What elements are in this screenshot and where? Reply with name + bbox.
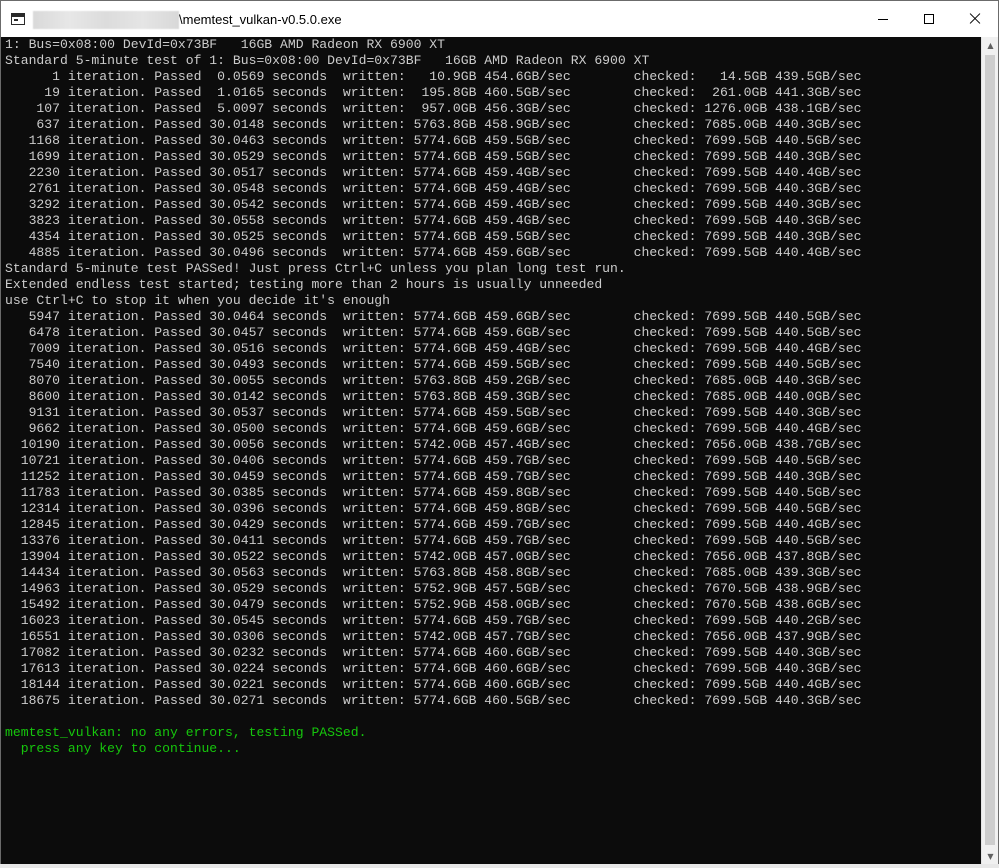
console-line: 12845 iteration. Passed 30.0429 seconds … (5, 517, 862, 532)
console-line: 14434 iteration. Passed 30.0563 seconds … (5, 565, 862, 580)
console-line: 6478 iteration. Passed 30.0457 seconds w… (5, 325, 862, 340)
console-line: 10190 iteration. Passed 30.0056 seconds … (5, 437, 862, 452)
window-title: \memtest_vulkan-v0.5.0.exe (179, 12, 342, 27)
console-line: 5947 iteration. Passed 30.0464 seconds w… (5, 309, 862, 324)
console-line: 7009 iteration. Passed 30.0516 seconds w… (5, 341, 862, 356)
console-line: 3292 iteration. Passed 30.0542 seconds w… (5, 197, 862, 212)
console-line: 2761 iteration. Passed 30.0548 seconds w… (5, 181, 862, 196)
console-line: 637 iteration. Passed 30.0148 seconds wr… (5, 117, 862, 132)
console-line: 15492 iteration. Passed 30.0479 seconds … (5, 597, 862, 612)
console-app-icon[interactable] (11, 13, 25, 25)
title-bar[interactable]: \memtest_vulkan-v0.5.0.exe (1, 1, 998, 37)
console-line: Standard 5-minute test PASSed! Just pres… (5, 261, 626, 276)
redacted-path (33, 11, 179, 29)
close-button[interactable] (952, 1, 998, 37)
console-text: 1: Bus=0x08:00 DevId=0x73BF 16GB AMD Rad… (1, 37, 981, 757)
console-line: 3823 iteration. Passed 30.0558 seconds w… (5, 213, 862, 228)
console-line: 9131 iteration. Passed 30.0537 seconds w… (5, 405, 862, 420)
console-line: 10721 iteration. Passed 30.0406 seconds … (5, 453, 862, 468)
console-line: 7540 iteration. Passed 30.0493 seconds w… (5, 357, 862, 372)
console-line: 12314 iteration. Passed 30.0396 seconds … (5, 501, 862, 516)
console-line: Extended endless test started; testing m… (5, 277, 603, 292)
console-line: use Ctrl+C to stop it when you decide it… (5, 293, 391, 308)
console-line: 17082 iteration. Passed 30.0232 seconds … (5, 645, 862, 660)
console-window: \memtest_vulkan-v0.5.0.exe 1: Bus=0x08:0… (0, 0, 999, 866)
console-line: 4885 iteration. Passed 30.0496 seconds w… (5, 245, 862, 260)
console-line: 107 iteration. Passed 5.0097 seconds wri… (5, 101, 862, 116)
console-line: 16551 iteration. Passed 30.0306 seconds … (5, 629, 862, 644)
vertical-scrollbar[interactable]: ▲ ▼ (981, 37, 998, 865)
console-line: 2230 iteration. Passed 30.0517 seconds w… (5, 165, 862, 180)
console-line: 8070 iteration. Passed 30.0055 seconds w… (5, 373, 862, 388)
console-line: 19 iteration. Passed 1.0165 seconds writ… (5, 85, 862, 100)
minimize-icon (878, 18, 888, 20)
background-strip (0, 864, 999, 868)
console-line: memtest_vulkan: no any errors, testing P… (5, 725, 367, 740)
console-line: 18675 iteration. Passed 30.0271 seconds … (5, 693, 862, 708)
console-line: 11252 iteration. Passed 30.0459 seconds … (5, 469, 862, 484)
maximize-button[interactable] (906, 1, 952, 37)
console-line: 13904 iteration. Passed 30.0522 seconds … (5, 549, 862, 564)
console-line: 9662 iteration. Passed 30.0500 seconds w… (5, 421, 862, 436)
console-line: 1168 iteration. Passed 30.0463 seconds w… (5, 133, 862, 148)
console-line: press any key to continue... (5, 741, 241, 756)
console-line: 17613 iteration. Passed 30.0224 seconds … (5, 661, 862, 676)
console-line: 11783 iteration. Passed 30.0385 seconds … (5, 485, 862, 500)
console-output[interactable]: 1: Bus=0x08:00 DevId=0x73BF 16GB AMD Rad… (1, 37, 981, 865)
minimize-button[interactable] (860, 1, 906, 37)
maximize-icon (924, 14, 934, 24)
scroll-thumb[interactable] (985, 55, 995, 845)
close-icon (969, 13, 981, 25)
console-line: 18144 iteration. Passed 30.0221 seconds … (5, 677, 862, 692)
scroll-up-arrow-icon[interactable]: ▲ (982, 37, 999, 54)
console-line: 14963 iteration. Passed 30.0529 seconds … (5, 581, 862, 596)
console-line: Standard 5-minute test of 1: Bus=0x08:00… (5, 53, 650, 68)
console-line: 1: Bus=0x08:00 DevId=0x73BF 16GB AMD Rad… (5, 37, 446, 52)
console-line: 16023 iteration. Passed 30.0545 seconds … (5, 613, 862, 628)
console-line: 8600 iteration. Passed 30.0142 seconds w… (5, 389, 862, 404)
console-line: 4354 iteration. Passed 30.0525 seconds w… (5, 229, 862, 244)
console-line: 1 iteration. Passed 0.0569 seconds writt… (5, 69, 862, 84)
console-line: 1699 iteration. Passed 30.0529 seconds w… (5, 149, 862, 164)
scroll-down-arrow-icon[interactable]: ▼ (982, 848, 999, 865)
console-line: 13376 iteration. Passed 30.0411 seconds … (5, 533, 862, 548)
